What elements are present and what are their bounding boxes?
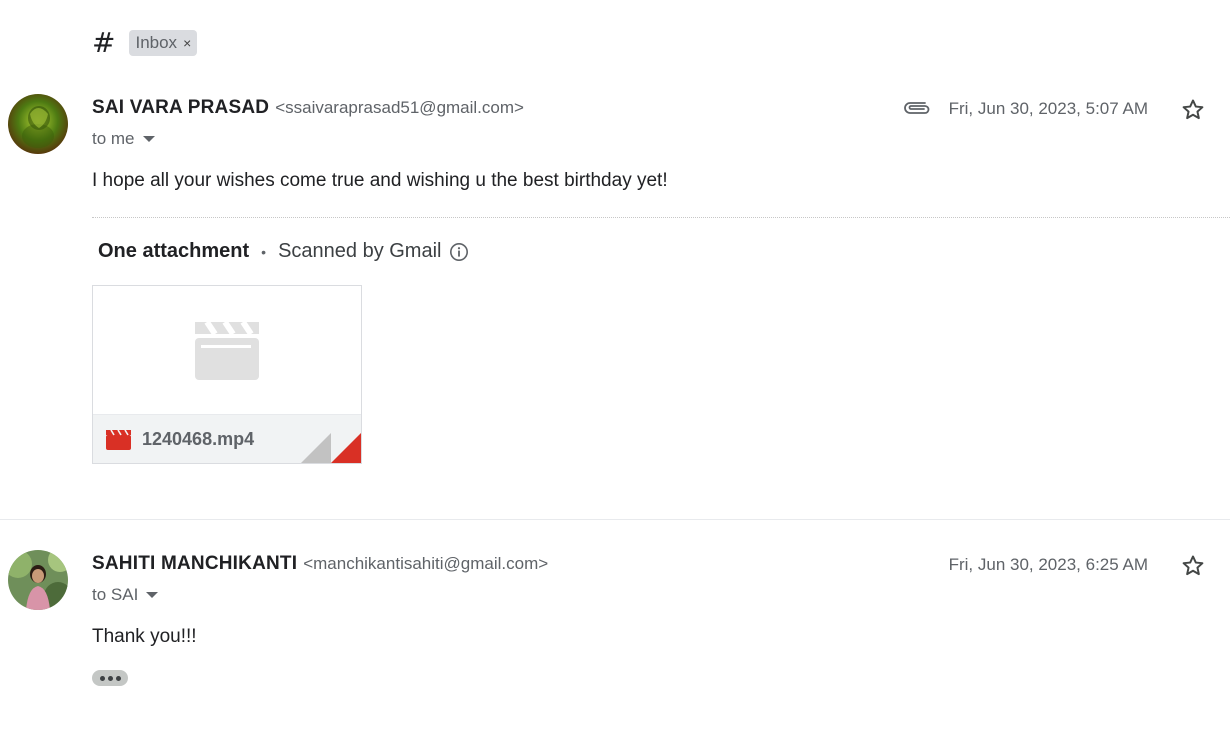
dot bbox=[107, 675, 113, 681]
dot bbox=[115, 675, 121, 681]
attachment-preview bbox=[93, 286, 361, 414]
star-icon[interactable] bbox=[1180, 553, 1206, 579]
chevron-down-icon bbox=[142, 136, 155, 142]
sender-email: <ssaivaraprasad51@gmail.com> bbox=[275, 98, 524, 117]
message-separator bbox=[0, 519, 1230, 520]
attachment-card[interactable]: 1240468.mp4 bbox=[92, 285, 362, 464]
avatar[interactable] bbox=[8, 550, 68, 610]
sender-line: SAI VARA PRASAD <ssaivaraprasad51@gmail.… bbox=[92, 97, 524, 119]
sender-email: <manchikantisahiti@gmail.com> bbox=[303, 554, 549, 573]
recipient-label: to SAI bbox=[92, 585, 139, 604]
sender-line: SAHITI MANCHIKANTI <manchikantisahiti@gm… bbox=[92, 553, 548, 575]
ellipsis-icon[interactable] bbox=[92, 670, 128, 686]
recipient-dropdown[interactable]: to me bbox=[92, 129, 155, 149]
video-placeholder-icon bbox=[195, 320, 259, 380]
corner-fold-icon bbox=[301, 433, 361, 463]
separator-dot: • bbox=[261, 243, 267, 260]
recipient-dropdown[interactable]: to SAI bbox=[92, 585, 159, 605]
thread-header: # Inbox × bbox=[92, 26, 198, 59]
label-chip-text: Inbox bbox=[135, 33, 178, 52]
video-file-icon bbox=[106, 430, 131, 450]
label-chip-inbox[interactable]: Inbox × bbox=[129, 30, 198, 56]
sender-name[interactable]: SAHITI MANCHIKANTI bbox=[92, 553, 297, 575]
hash-icon: # bbox=[92, 26, 116, 59]
chevron-down-icon bbox=[146, 592, 159, 598]
star-icon[interactable] bbox=[1180, 97, 1206, 123]
recipient-label: to me bbox=[92, 129, 135, 148]
attachment-filename: 1240468.mp4 bbox=[142, 429, 255, 449]
attachment-count: One attachment bbox=[98, 240, 250, 262]
attachment-header: One attachment • Scanned by Gmail bbox=[98, 240, 469, 263]
message-body: Thank you!!! bbox=[92, 626, 197, 647]
paperclip-icon bbox=[904, 102, 930, 114]
message-body: I hope all your wishes come true and wis… bbox=[92, 170, 668, 191]
attachment-divider bbox=[92, 217, 1230, 218]
message-date[interactable]: Fri, Jun 30, 2023, 6:25 AM bbox=[949, 555, 1148, 575]
sender-name[interactable]: SAI VARA PRASAD bbox=[92, 97, 269, 119]
message-date[interactable]: Fri, Jun 30, 2023, 5:07 AM bbox=[949, 99, 1148, 119]
remove-label-icon[interactable]: × bbox=[183, 35, 191, 51]
avatar[interactable] bbox=[8, 94, 68, 154]
info-icon[interactable] bbox=[449, 242, 469, 262]
dot bbox=[99, 675, 105, 681]
scanned-label: Scanned by Gmail bbox=[278, 240, 442, 262]
